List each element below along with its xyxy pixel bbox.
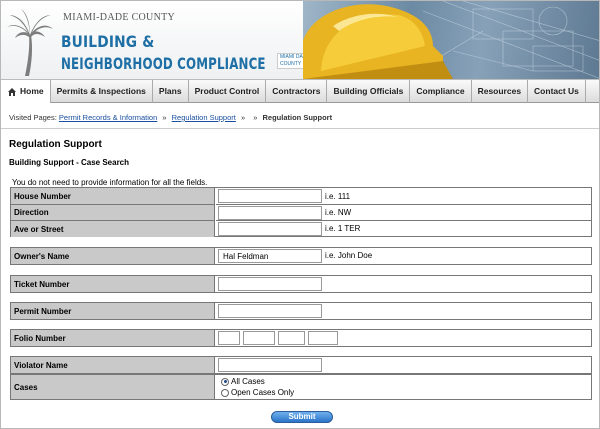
violator-name-input[interactable] [218,358,322,372]
site-title-line1: BUILDING & [61,32,155,51]
nav-plans[interactable]: Plans [153,80,189,103]
folio-number-row: Folio Number [10,329,592,347]
breadcrumb-current: Regulation Support [262,113,333,122]
nav-home-label: Home [20,86,44,96]
direction-hint: i.e. NW [325,208,352,217]
site-header: MIAMI-DADE COUNTY BUILDING & NEIGHBORHOO… [1,1,599,79]
house-number-hint: i.e. 111 [325,192,351,201]
nav-contact-us[interactable]: Contact Us [528,80,586,103]
ave-street-label: Ave or Street [11,221,215,237]
address-group: House Number Direction Ave or Street i.e… [10,187,592,237]
radio-open-cases-only-label: Open Cases Only [231,388,295,397]
radio-unselected-icon[interactable] [221,388,229,397]
site-title-line2: NEIGHBORHOOD COMPLIANCE [61,54,266,73]
ticket-number-row: Ticket Number [10,275,592,293]
owners-name-hint: i.e. John Doe [325,251,373,260]
owners-name-input[interactable] [218,249,322,263]
nav-home[interactable]: Home [1,80,51,103]
nav-resources[interactable]: Resources [472,80,529,103]
main-nav: Home Permits & Inspections Plans Product… [1,79,599,103]
breadcrumb-link-regulation-support[interactable]: Regulation Support [172,113,236,122]
folio-number-part2-input[interactable] [243,331,275,345]
nav-compliance[interactable]: Compliance [410,80,472,103]
breadcrumb-separator: » [240,113,246,122]
breadcrumb-separator: » [253,113,258,122]
header-photo-graphic [303,1,599,79]
radio-open-cases-only[interactable]: Open Cases Only [221,388,294,397]
ave-street-hint: i.e. 1 TER [325,224,361,233]
permit-number-row: Permit Number [10,302,592,320]
radio-selected-icon[interactable] [221,377,229,386]
ave-street-input[interactable] [218,222,322,236]
submit-button[interactable]: Submit [271,411,333,423]
row-divider [216,220,591,221]
nav-contractors[interactable]: Contractors [266,80,328,103]
form-note: You do not need to provide information f… [12,178,208,187]
nav-permits-inspections[interactable]: Permits & Inspections [51,80,153,103]
home-icon [8,87,16,96]
house-number-input[interactable] [218,189,322,203]
logo-area[interactable]: MIAMI-DADE COUNTY BUILDING & NEIGHBORHOO… [1,1,319,79]
section-title: Building Support - Case Search [9,158,130,167]
folio-number-part4-input[interactable] [308,331,338,345]
owners-name-label: Owner's Name [11,248,215,264]
breadcrumb-prefix: Visited Pages: [9,113,57,122]
ticket-number-input[interactable] [218,277,322,291]
owners-name-row: Owner's Name i.e. John Doe [10,247,592,265]
cases-row: Cases All Cases Open Cases Only [10,374,592,400]
breadcrumb-link-permit-records[interactable]: Permit Records & Information [59,113,157,122]
house-number-label: House Number [11,188,215,205]
folio-number-label: Folio Number [11,330,215,346]
radio-all-cases-label: All Cases [231,377,265,386]
violator-name-row: Violator Name [10,356,592,374]
permit-number-label: Permit Number [11,303,215,319]
violator-name-label: Violator Name [11,357,215,373]
radio-all-cases[interactable]: All Cases [221,377,265,386]
folio-number-part3-input[interactable] [278,331,305,345]
page: MIAMI-DADE COUNTY BUILDING & NEIGHBORHOO… [0,0,600,429]
row-divider [216,204,591,205]
direction-input[interactable] [218,206,322,220]
county-name: MIAMI-DADE COUNTY [63,12,176,23]
direction-label: Direction [11,205,215,221]
nav-building-officials[interactable]: Building Officials [327,80,411,103]
cases-label: Cases [11,375,215,399]
breadcrumb-separator: » [162,113,167,122]
nav-product-control[interactable]: Product Control [189,80,267,103]
ticket-number-label: Ticket Number [11,276,215,292]
palm-tree-icon [7,9,53,76]
folio-number-part1-input[interactable] [218,331,240,345]
permit-number-input[interactable] [218,304,322,318]
page-title: Regulation Support [9,139,102,150]
hard-hat-blueprint-image [303,1,599,79]
divider [1,128,599,129]
breadcrumb: Visited Pages: Permit Records & Informat… [9,113,332,122]
